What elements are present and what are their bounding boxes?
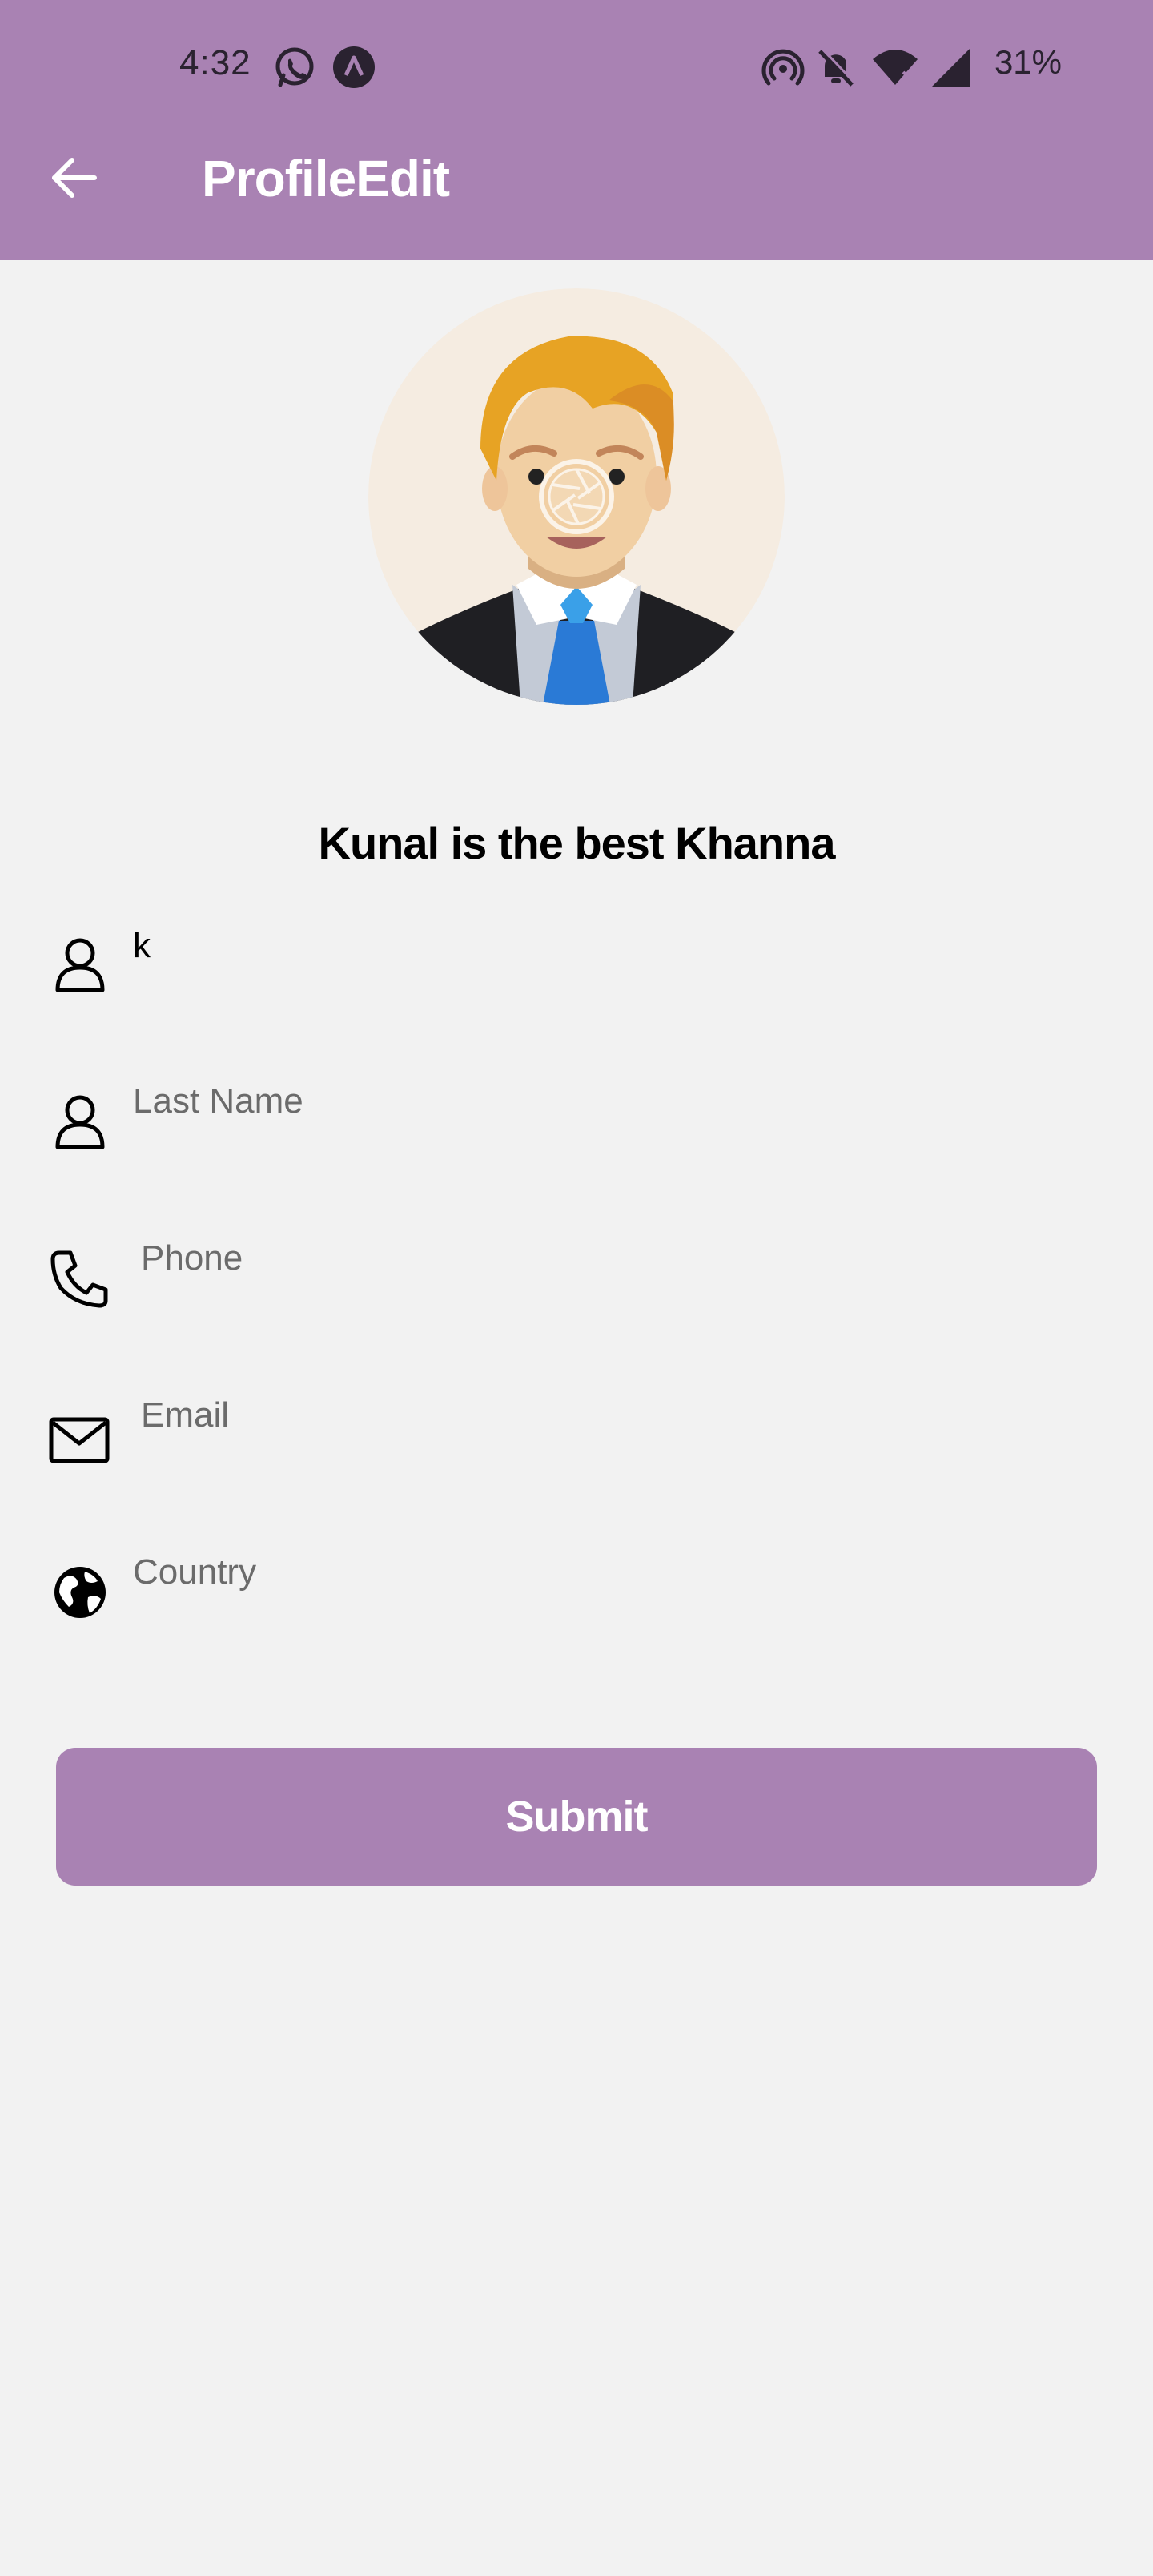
phone-field[interactable]: Phone xyxy=(48,1219,1105,1339)
battery-level: 31% xyxy=(994,43,1062,81)
last-name-field[interactable]: Last Name xyxy=(48,1062,1105,1182)
cellular-signal-icon xyxy=(929,45,974,90)
wifi-icon xyxy=(871,45,918,90)
page-title: ProfileEdit xyxy=(202,150,450,207)
globe-icon xyxy=(48,1560,112,1624)
first-name-field[interactable]: k xyxy=(48,905,1105,1025)
country-field[interactable]: Country xyxy=(48,1533,1105,1653)
person-icon xyxy=(48,932,112,996)
whatsapp-icon xyxy=(272,45,317,90)
email-field[interactable]: Email xyxy=(48,1376,1105,1496)
notifications-off-icon xyxy=(814,45,858,90)
arrow-left-icon xyxy=(50,155,98,204)
submit-button[interactable]: Submit xyxy=(56,1748,1097,1886)
country-input[interactable]: Country xyxy=(133,1552,256,1592)
last-name-input[interactable]: Last Name xyxy=(133,1081,303,1121)
first-name-input[interactable]: k xyxy=(133,926,151,966)
profile-avatar[interactable] xyxy=(368,288,785,705)
app-bar: 4:32 31% ProfileEdit xyxy=(0,0,1153,260)
camera-aperture-icon[interactable] xyxy=(539,459,614,534)
status-bar: 4:32 31% xyxy=(0,0,1153,135)
avatar-illustration xyxy=(368,288,785,705)
mail-icon xyxy=(48,1408,112,1472)
app-notification-icon xyxy=(331,45,376,90)
person-icon xyxy=(48,1089,112,1153)
status-time: 4:32 xyxy=(179,43,251,83)
profile-name: Kunal is the best Khanna xyxy=(318,818,836,868)
phone-icon xyxy=(48,1246,112,1310)
hotspot-icon xyxy=(761,45,805,90)
email-input[interactable]: Email xyxy=(141,1395,229,1435)
back-button[interactable] xyxy=(45,151,102,208)
phone-input[interactable]: Phone xyxy=(141,1238,243,1278)
